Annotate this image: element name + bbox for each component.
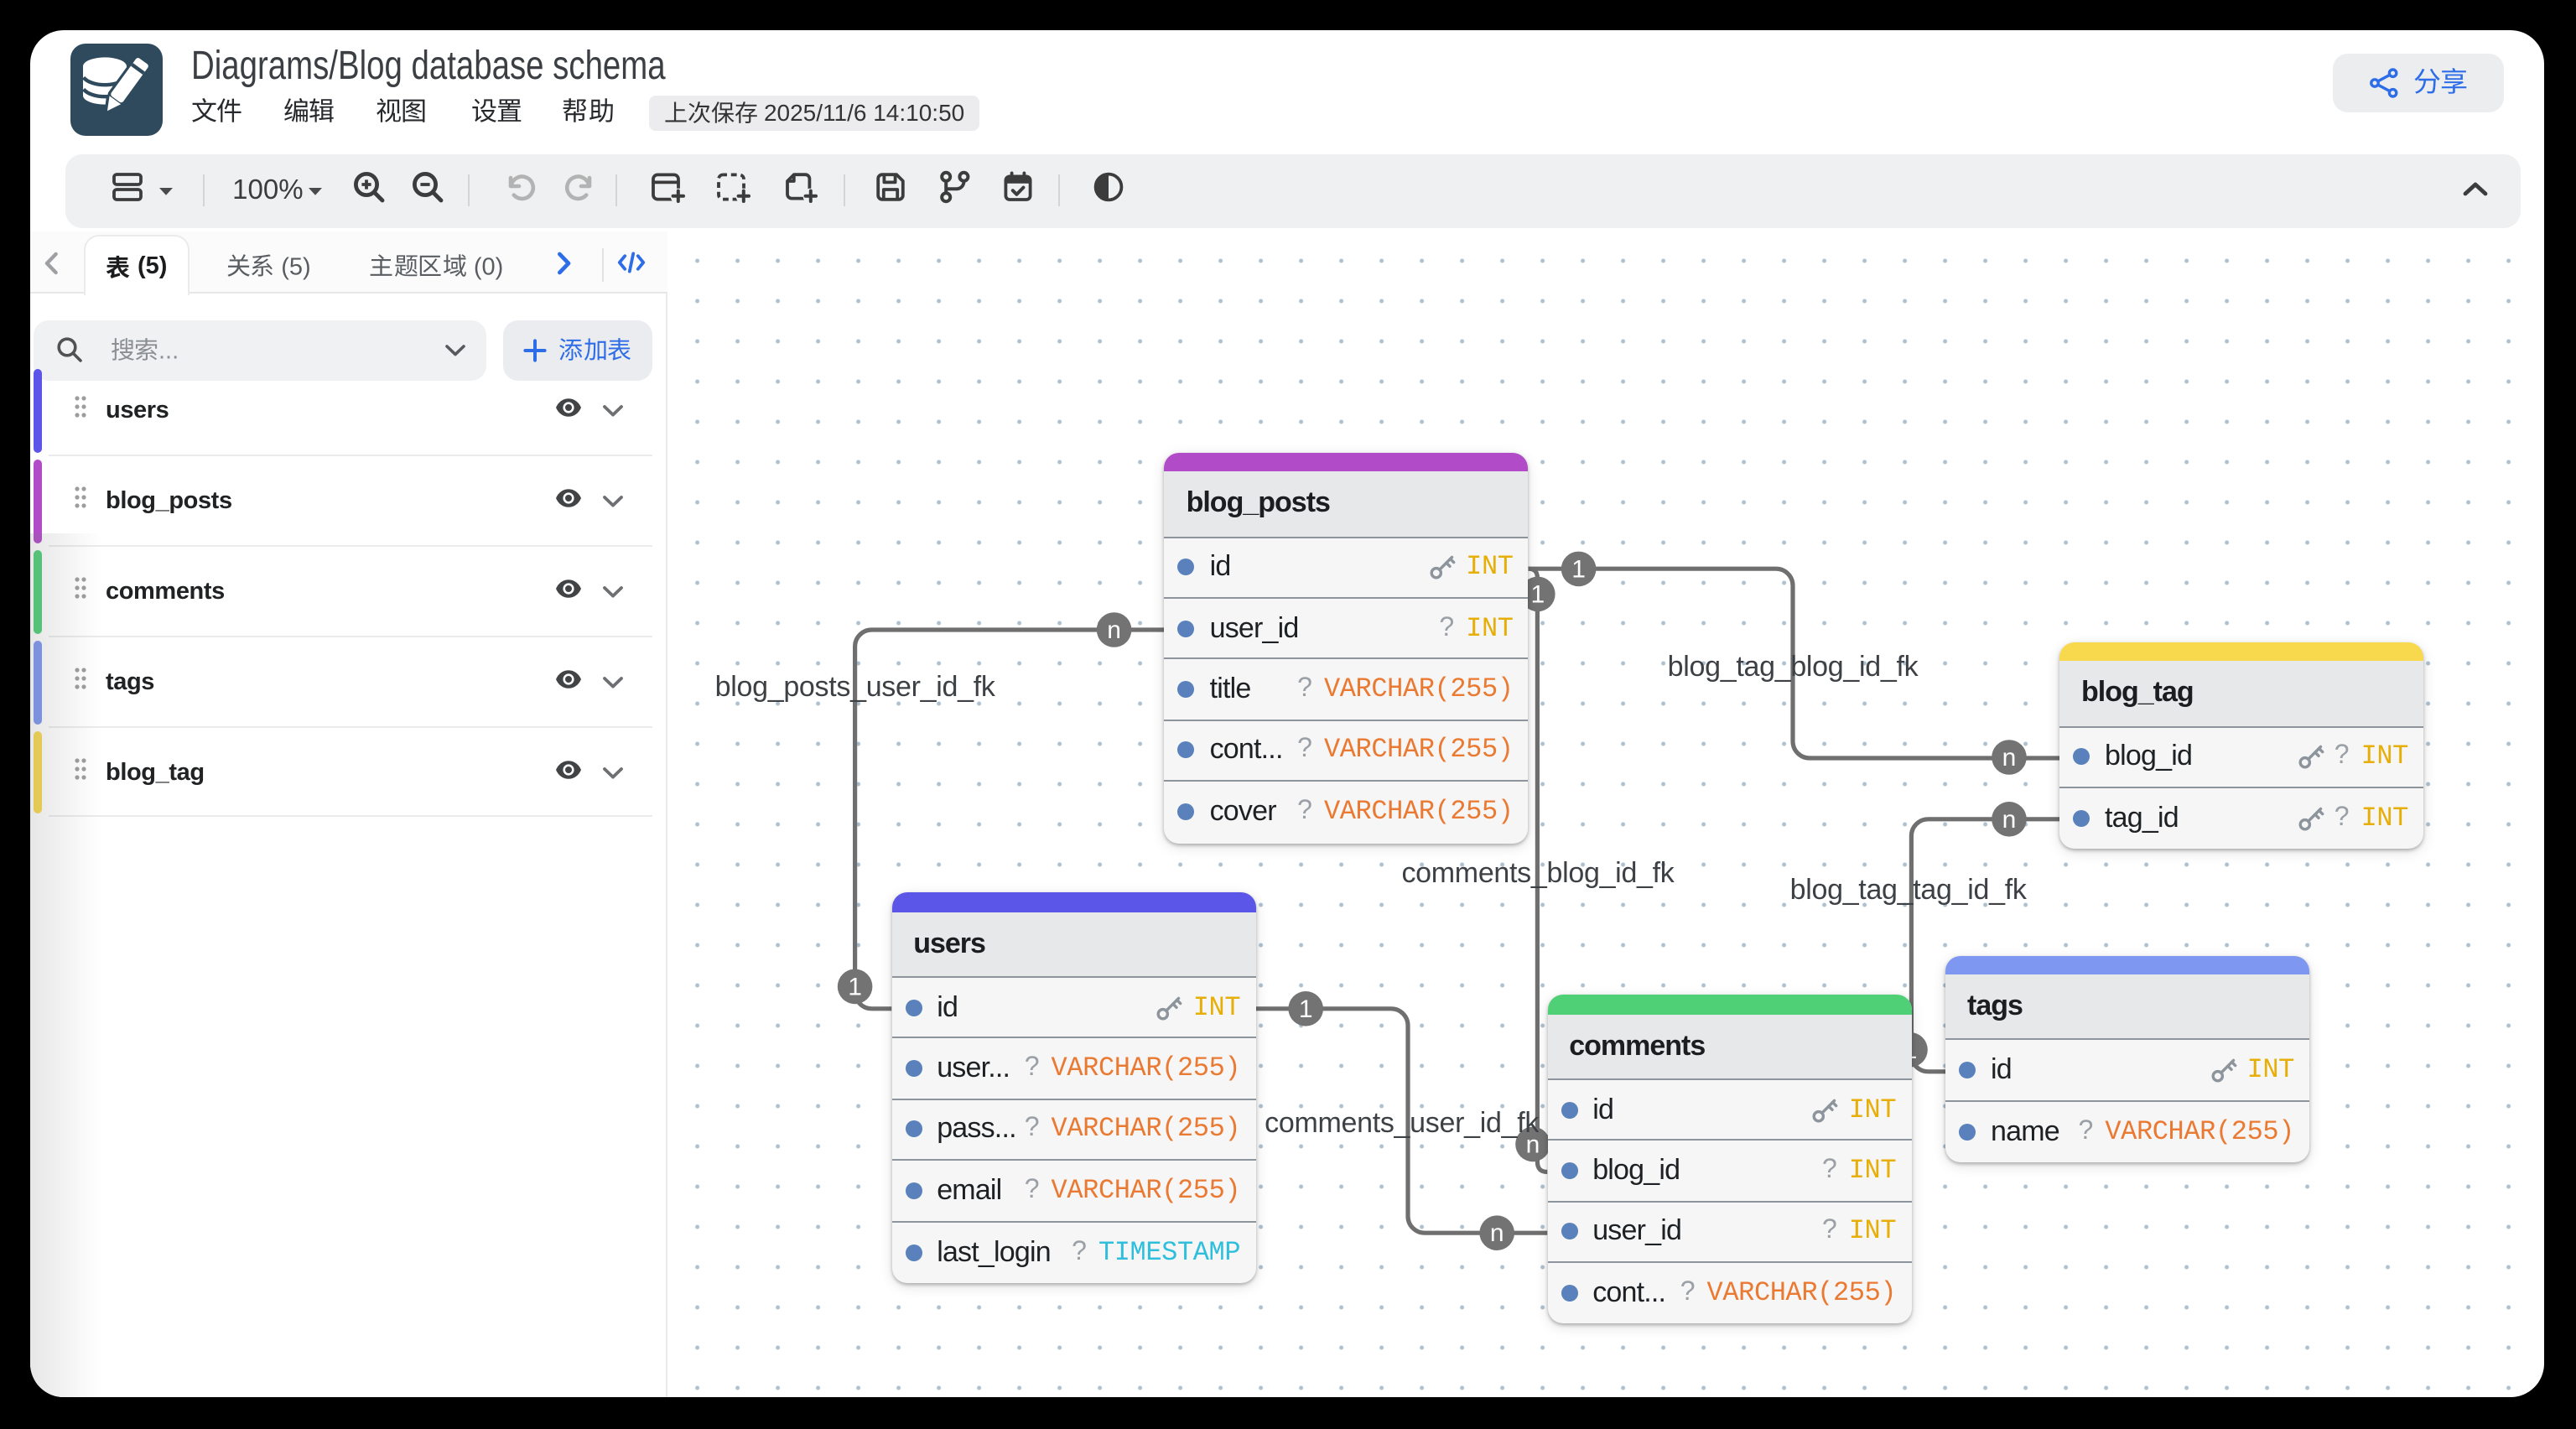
svg-text:1: 1	[1530, 580, 1545, 608]
svg-text:n: n	[1107, 616, 1121, 644]
svg-text:n: n	[2002, 805, 2017, 833]
svg-text:n: n	[2002, 744, 2017, 772]
svg-text:n: n	[1490, 1219, 1504, 1247]
svg-text:1: 1	[1571, 555, 1586, 583]
svg-text:1: 1	[848, 973, 862, 1000]
svg-text:1: 1	[1299, 995, 1313, 1022]
